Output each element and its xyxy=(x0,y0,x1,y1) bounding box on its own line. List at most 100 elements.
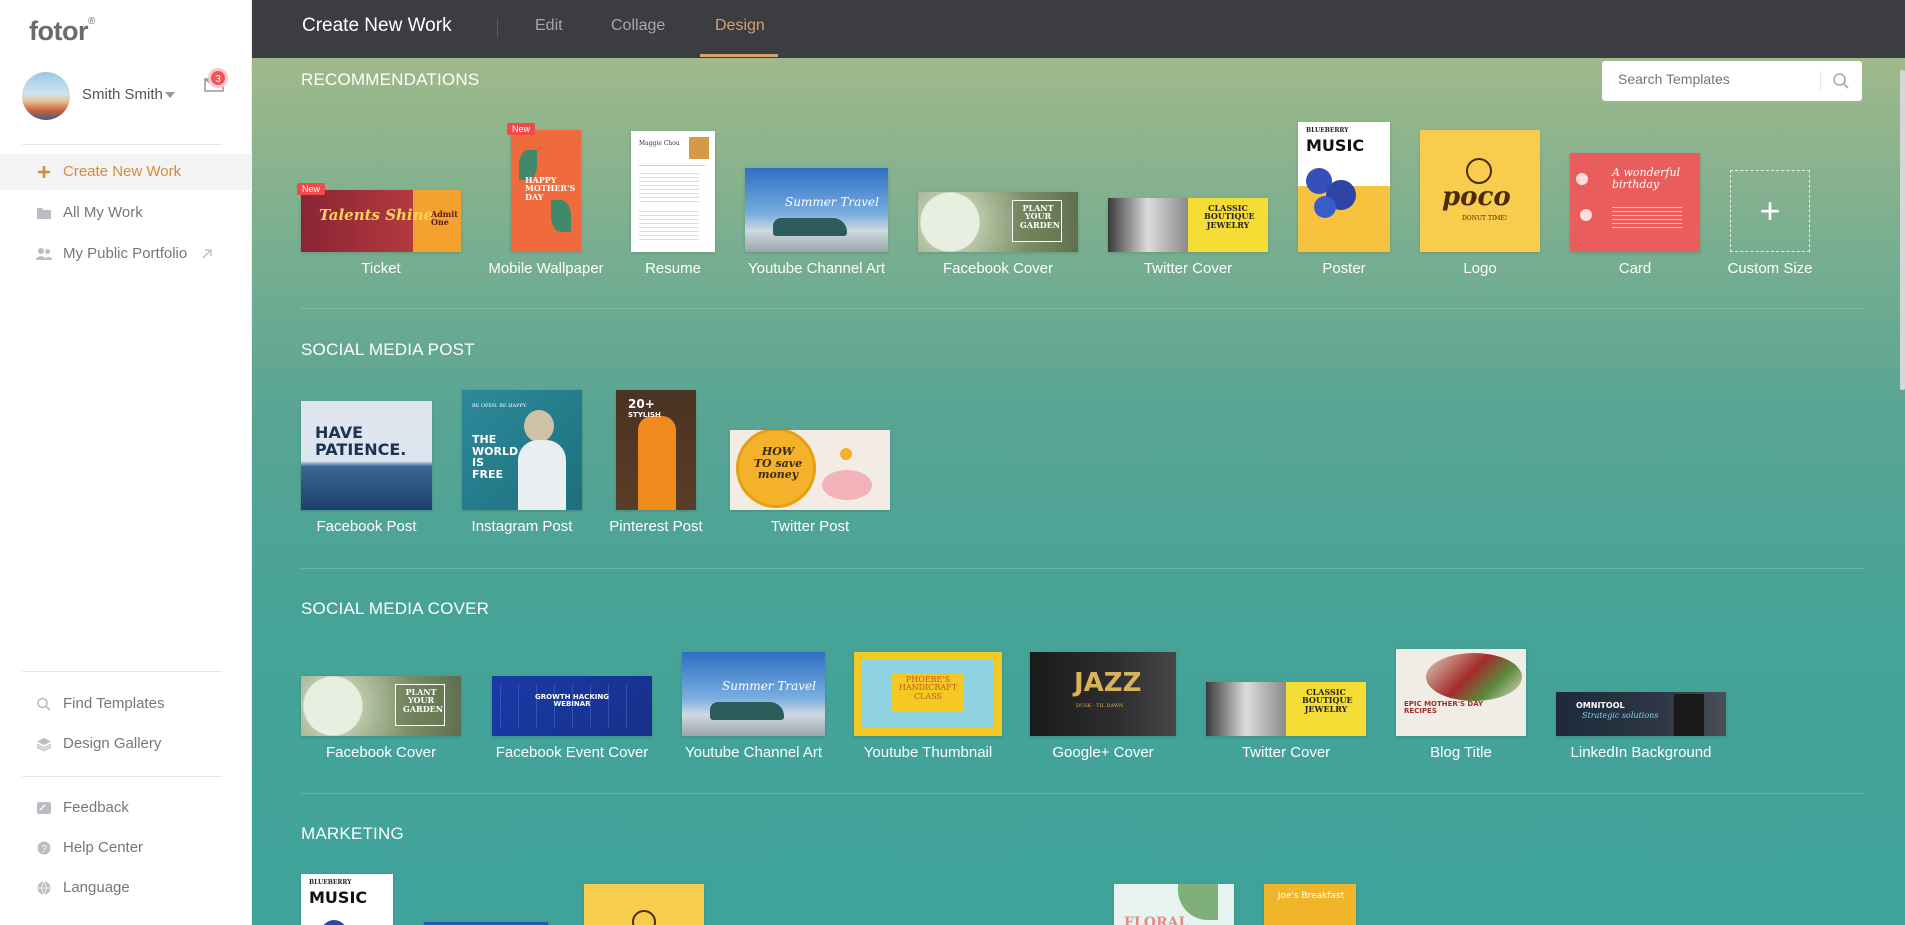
template-label[interactable]: Twitter Post xyxy=(771,518,849,535)
template-label[interactable]: Card xyxy=(1619,260,1652,277)
template-thumbnail[interactable]: A wonderful birthday xyxy=(1570,153,1700,252)
search-input[interactable] xyxy=(1618,71,1818,87)
sidebar-item-create-new-work[interactable]: Create New Work xyxy=(0,154,252,190)
template-label[interactable]: Facebook Cover xyxy=(943,260,1053,277)
template-thumbnail[interactable]: BE OPEN. BE HAPPY. THE WORLD IS FREE xyxy=(462,390,582,510)
sidebar-item-find-templates[interactable]: Find Templates xyxy=(0,686,252,722)
sidebar-item-language[interactable]: Language xyxy=(0,870,252,906)
template-label[interactable]: Youtube Thumbnail xyxy=(864,744,992,761)
template-thumbnail[interactable]: HOW TO save money xyxy=(730,430,890,510)
user-menu[interactable]: Smith Smith xyxy=(22,72,234,124)
template-label[interactable]: Ticket xyxy=(361,260,400,277)
sidebar-item-all-my-work[interactable]: All My Work xyxy=(0,195,252,231)
template-label[interactable]: Youtube Channel Art xyxy=(685,744,822,761)
template-thumbnail[interactable] xyxy=(584,884,704,925)
top-bar: Create New Work Edit Collage Design xyxy=(252,0,1905,58)
template-thumbnail[interactable]: HAVE PATIENCE. xyxy=(301,401,432,510)
template-label[interactable]: LinkedIn Background xyxy=(1571,744,1712,761)
search-icon xyxy=(37,697,51,711)
template-thumbnail[interactable]: PLANT YOUR GARDEN xyxy=(301,676,461,736)
new-badge: New xyxy=(297,183,326,195)
template-label[interactable]: Blog Title xyxy=(1430,744,1492,761)
chevron-down-icon[interactable] xyxy=(165,92,175,98)
thumbnail-text: poco xyxy=(1442,182,1511,212)
thumbnail-text: Summer Travel xyxy=(722,679,816,693)
fotor-logo[interactable]: fotor® xyxy=(29,16,95,47)
template-thumbnail[interactable]: Summer Travel xyxy=(745,168,888,252)
thumbnail-text: THE WORLD IS FREE xyxy=(472,433,519,481)
thumbnail-text: BLUEBERRY xyxy=(309,879,352,886)
sidebar-item-feedback[interactable]: Feedback xyxy=(0,790,252,826)
template-thumbnail[interactable]: GROWTH HACKING WEBINAR xyxy=(492,676,652,736)
template-label[interactable]: Youtube Channel Art xyxy=(748,260,885,277)
template-thumbnail[interactable]: Talents Shine Admit One xyxy=(301,190,461,252)
tab-design[interactable]: Design xyxy=(715,17,765,35)
section-title-social-media-cover: SOCIAL MEDIA COVER xyxy=(301,599,490,618)
template-thumbnail[interactable]: EPIC MOTHER'S DAY RECIPES xyxy=(1396,649,1526,736)
divider xyxy=(1820,71,1821,91)
template-label[interactable]: Facebook Post xyxy=(316,518,416,535)
template-thumbnail[interactable]: PLANT YOUR GARDEN xyxy=(918,192,1078,252)
template-label[interactable]: Twitter Cover xyxy=(1144,260,1232,277)
template-label[interactable]: Logo xyxy=(1463,260,1496,277)
avatar[interactable] xyxy=(22,72,70,120)
scrollbar[interactable] xyxy=(1900,70,1905,390)
template-thumbnail[interactable]: 20+ STYLISH xyxy=(616,390,696,510)
template-label[interactable]: Resume xyxy=(645,260,701,277)
folder-icon xyxy=(37,208,51,219)
new-badge: New xyxy=(507,123,536,135)
external-link-icon[interactable] xyxy=(200,247,214,261)
template-thumbnail[interactable]: BLUEBERRY MUSIC xyxy=(301,874,393,925)
sidebar-item-help-center[interactable]: ? Help Center xyxy=(0,830,252,866)
sidebar-item-label: All My Work xyxy=(63,204,143,221)
template-label[interactable]: Mobile Wallpaper xyxy=(488,260,603,277)
template-thumbnail[interactable]: Maggie Chou xyxy=(631,131,715,252)
template-thumbnail[interactable]: Joe's Breakfast xyxy=(1264,884,1356,925)
search-box[interactable] xyxy=(1602,61,1862,101)
user-name[interactable]: Smith Smith xyxy=(82,86,163,103)
layers-icon xyxy=(36,738,52,751)
template-label[interactable]: Poster xyxy=(1322,260,1365,277)
thumbnail-text: HOW TO save money xyxy=(753,445,803,482)
thumbnail-text: GROWTH HACKING WEBINAR xyxy=(535,693,609,709)
template-label[interactable]: Custom Size xyxy=(1727,260,1812,277)
thumbnail-text: CLASSIC BOUTIQUE JEWELRY xyxy=(1302,687,1353,714)
help-icon: ? xyxy=(37,841,51,855)
template-thumbnail[interactable]: HAPPY MOTHER'S DAY xyxy=(511,130,581,252)
template-thumbnail[interactable]: CLASSIC BOUTIQUE JEWELRY xyxy=(1206,682,1366,736)
template-label[interactable]: Twitter Cover xyxy=(1242,744,1330,761)
thumbnail-text: DUSK · TIL DAWN xyxy=(1076,703,1124,709)
sidebar-item-design-gallery[interactable]: Design Gallery xyxy=(0,726,252,762)
plus-icon: + xyxy=(1759,190,1781,231)
template-thumbnail[interactable]: OMNITOOL Strategic solutions xyxy=(1556,692,1726,736)
template-thumbnail[interactable]: PHOEBE'S HANDICRAFT CLASS xyxy=(854,652,1002,736)
sidebar-item-my-public-portfolio[interactable]: My Public Portfolio xyxy=(0,236,252,272)
sidebar-item-label: Feedback xyxy=(63,799,129,816)
template-label[interactable]: Google+ Cover xyxy=(1052,744,1153,761)
template-thumbnail[interactable]: poco DONUT TIME! xyxy=(1420,130,1540,252)
custom-size-button[interactable]: + xyxy=(1730,170,1810,252)
tab-collage[interactable]: Collage xyxy=(611,17,665,35)
notification-badge[interactable]: 3 xyxy=(208,68,228,88)
template-label[interactable]: Facebook Cover xyxy=(326,744,436,761)
template-thumbnail[interactable]: JAZZ DUSK · TIL DAWN xyxy=(1030,652,1176,736)
thumbnail-text: Admit One xyxy=(431,209,458,228)
plus-icon xyxy=(38,166,50,178)
sidebar-item-label: Language xyxy=(63,879,130,896)
template-label[interactable]: Facebook Event Cover xyxy=(496,744,649,761)
divider xyxy=(301,793,1864,794)
divider xyxy=(22,144,222,145)
template-thumbnail[interactable]: Summer Travel xyxy=(682,652,825,736)
template-label[interactable]: Pinterest Post xyxy=(609,518,702,535)
thumbnail-text: STYLISH xyxy=(628,411,661,419)
search-icon[interactable] xyxy=(1832,72,1850,90)
thumbnail-text: MUSIC xyxy=(1306,136,1365,155)
sidebar-item-label: Help Center xyxy=(63,839,144,856)
template-thumbnail[interactable]: FLORAL xyxy=(1114,884,1234,925)
template-thumbnail[interactable]: CLASSIC BOUTIQUE JEWELRY xyxy=(1108,198,1268,252)
tab-edit[interactable]: Edit xyxy=(535,17,563,35)
template-thumbnail[interactable]: BLUEBERRY MUSIC xyxy=(1298,122,1390,252)
template-label[interactable]: Instagram Post xyxy=(472,518,573,535)
sidebar-item-label: My Public Portfolio xyxy=(63,245,188,262)
divider xyxy=(301,568,1864,569)
